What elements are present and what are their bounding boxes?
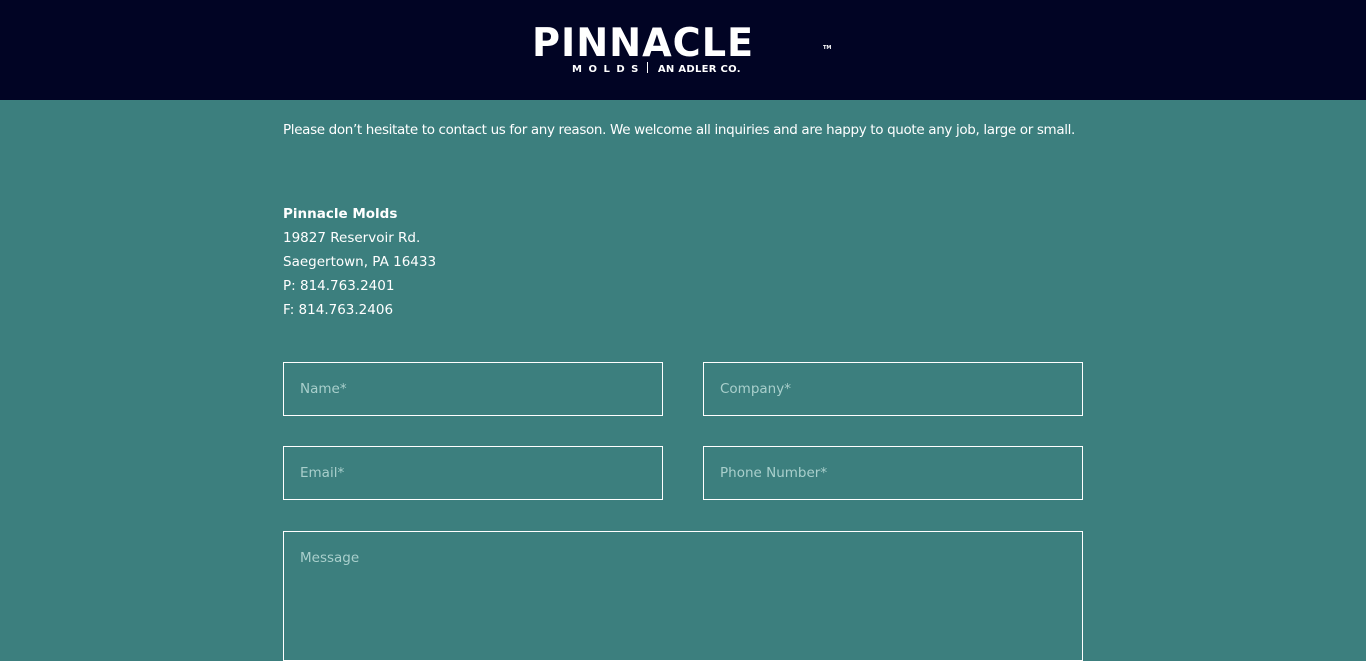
message-textarea[interactable] (283, 531, 1083, 661)
email-input[interactable] (283, 446, 663, 500)
company-name: Pinnacle Molds (283, 206, 398, 222)
logo-molds-text: MOLDS (572, 64, 645, 75)
contact-intro-text: Please don’t hesitate to contact us for … (283, 122, 1075, 138)
street-address: 19827 Reservoir Rd. (283, 230, 421, 246)
phone-number: P: 814.763.2401 (283, 278, 395, 294)
fax-number: F: 814.763.2406 (283, 302, 394, 318)
logo-trademark: TM (823, 45, 832, 51)
logo-tagline: MOLDS AN ADLER CO. (572, 62, 741, 76)
contact-address-block: Pinnacle Molds 19827 Reservoir Rd. Saege… (283, 202, 436, 322)
pinnacle-molds-logo[interactable]: PINNACLE TM MOLDS AN ADLER CO. (530, 22, 836, 78)
company-input[interactable] (703, 362, 1083, 416)
city-state-zip: Saegertown, PA 16433 (283, 254, 437, 270)
logo-adler-text: AN ADLER CO. (657, 64, 741, 75)
phone-input[interactable] (703, 446, 1083, 500)
site-header: PINNACLE TM MOLDS AN ADLER CO. (0, 0, 1366, 100)
name-input[interactable] (283, 362, 663, 416)
logo-divider (646, 62, 648, 73)
logo-wordmark: PINNACLE (532, 21, 755, 66)
